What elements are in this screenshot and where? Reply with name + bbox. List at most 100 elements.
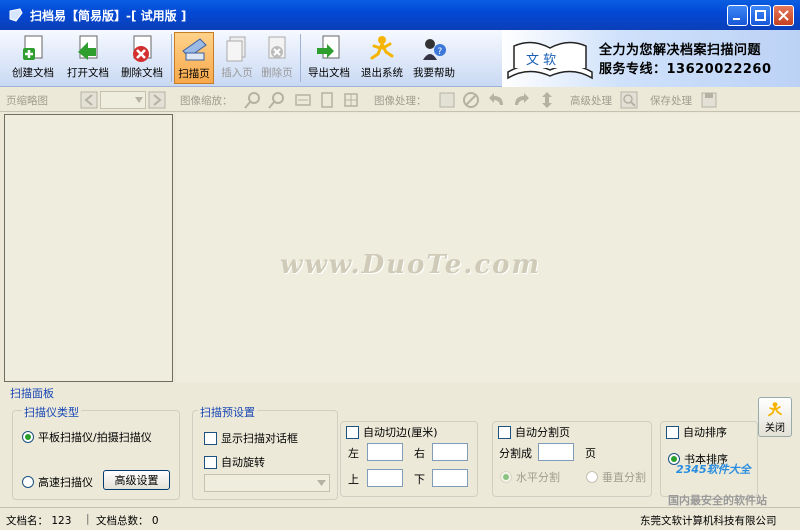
chevron-down-icon: [317, 480, 326, 486]
save-icon[interactable]: [700, 91, 718, 109]
close-icon: [778, 10, 789, 21]
doc-total-status: 文档总数： 0: [96, 515, 159, 527]
radio-vertical-dot: [586, 471, 598, 483]
minimize-button[interactable]: [727, 5, 748, 26]
scan-panel-title: 扫描面板: [10, 387, 54, 400]
company-status: 东莞文软计算机科技有限公司: [640, 515, 777, 527]
auto-rotate-box: [204, 455, 217, 469]
new-doc-icon: [23, 35, 43, 60]
exit-system-label: 退出系统: [361, 67, 403, 79]
zoom-in-icon[interactable]: [244, 91, 262, 109]
help-button[interactable]: ? 我要帮助: [409, 32, 459, 84]
auto-sort-checkbox[interactable]: 自动排序: [666, 424, 729, 440]
auto-cut-checkbox[interactable]: 自动切边(厘米): [346, 424, 440, 440]
advanced-settings-button[interactable]: 高级设置: [103, 470, 170, 490]
scan-page-label: 扫描页: [178, 68, 210, 80]
logo-text: 文 软: [526, 53, 556, 68]
thumb-toolbar-label: 页缩略图: [6, 95, 48, 107]
scanner-type-title: 扫描仪类型: [22, 404, 81, 420]
status-divider: |: [86, 513, 90, 525]
open-doc-icon: [78, 35, 98, 60]
banner-slogan: 全力为您解决档案扫描问题: [599, 43, 762, 58]
show-dialog-box: [204, 431, 217, 445]
radio-flatbed-dot: [22, 431, 34, 443]
open-doc-button[interactable]: 打开文档: [63, 32, 113, 84]
auto-split-box: [498, 425, 511, 439]
fit-width-icon[interactable]: [294, 91, 312, 109]
help-icon: ?: [423, 39, 446, 60]
fit-height-icon[interactable]: [318, 91, 336, 109]
cut-bottom-input[interactable]: [432, 469, 468, 487]
auto-cut-box: [346, 425, 359, 439]
app-icon: [9, 8, 23, 22]
close-panel-button[interactable]: 关闭: [758, 397, 792, 437]
flip-icon[interactable]: [538, 91, 556, 109]
maximize-button[interactable]: [750, 5, 771, 26]
cut-right-input[interactable]: [432, 443, 468, 461]
open-book-logo: 文 软: [507, 41, 593, 80]
split-count-input[interactable]: [538, 443, 574, 461]
delete-doc-icon: [133, 35, 152, 62]
rotate-select[interactable]: [204, 474, 330, 492]
radio-fast-scanner[interactable]: 高速扫描仪: [22, 474, 93, 490]
cut-top-input[interactable]: [367, 469, 403, 487]
svg-text:?: ?: [438, 47, 443, 57]
show-dialog-checkbox[interactable]: 显示扫描对话框: [204, 430, 298, 446]
rotate-left-icon[interactable]: [488, 91, 506, 109]
radio-horizontal-label: 水平分割: [516, 471, 560, 484]
export-doc-button[interactable]: 导出文档: [304, 32, 354, 84]
help-label: 我要帮助: [413, 67, 455, 79]
cut-bottom-label: 下: [414, 473, 425, 486]
radio-flatbed[interactable]: 平板扫描仪/拍摄扫描仪: [22, 429, 152, 445]
radio-fast-label: 高速扫描仪: [38, 476, 93, 489]
zoom-out-icon[interactable]: [268, 91, 286, 109]
next-page-icon[interactable]: [148, 91, 166, 109]
thumbnail-pane[interactable]: [4, 114, 173, 382]
maximize-icon: [755, 10, 766, 21]
close-window-button[interactable]: [773, 5, 794, 26]
preset-title: 扫描预设置: [198, 404, 257, 420]
watermark-text: www.DuoTe.com: [280, 250, 542, 280]
radio-horizontal-split[interactable]: 水平分割: [500, 469, 560, 485]
image-icon[interactable]: [438, 91, 456, 109]
exit-icon: [768, 401, 782, 416]
auto-split-checkbox[interactable]: 自动分割页: [498, 424, 572, 440]
insert-page-button[interactable]: 插入页: [217, 32, 257, 84]
insert-page-icon: [226, 36, 246, 62]
radio-flatbed-label: 平板扫描仪/拍摄扫描仪: [38, 431, 152, 444]
cut-left-input[interactable]: [367, 443, 403, 461]
create-doc-button[interactable]: 创建文档: [8, 32, 58, 84]
radio-horizontal-dot: [500, 471, 512, 483]
image-canvas[interactable]: [176, 114, 800, 382]
chevron-down-icon: [135, 97, 143, 103]
page-select[interactable]: [100, 91, 146, 109]
doc-name-status: 文档名： 123: [6, 515, 72, 527]
auto-cut-label: 自动切边(厘米): [363, 426, 438, 439]
minimize-icon: [733, 18, 740, 20]
auto-rotate-checkbox[interactable]: 自动旋转: [204, 454, 265, 470]
radio-vertical-split[interactable]: 垂直分割: [586, 469, 646, 485]
deskew-icon[interactable]: [462, 91, 480, 109]
prev-page-icon[interactable]: [80, 91, 98, 109]
delete-page-button[interactable]: 删除页: [257, 32, 297, 84]
zoom-label: 图像缩放：: [180, 95, 233, 107]
radio-vertical-label: 垂直分割: [602, 471, 646, 484]
scan-panel: 扫描面板 扫描仪类型 平板扫描仪/拍摄扫描仪 高速扫描仪 高级设置 扫描预设置 …: [0, 383, 800, 507]
create-doc-label: 创建文档: [12, 67, 54, 79]
close-panel-label: 关闭: [765, 422, 785, 434]
cut-left-label: 左: [348, 447, 359, 460]
actual-size-icon[interactable]: [342, 91, 360, 109]
scan-page-button[interactable]: 扫描页: [174, 32, 214, 84]
process-label: 图像处理：: [374, 95, 427, 107]
exit-system-button[interactable]: 退出系统: [357, 32, 407, 84]
export-doc-label: 导出文档: [308, 67, 350, 79]
export-doc-icon: [317, 35, 340, 59]
status-bar: 文档名： 123 | 文档总数： 0 东莞文软计算机科技有限公司: [0, 507, 800, 530]
insert-page-label: 插入页: [221, 67, 253, 79]
delete-doc-button[interactable]: 删除文档: [116, 32, 168, 84]
rotate-right-icon[interactable]: [512, 91, 530, 109]
advanced-search-icon[interactable]: [620, 91, 638, 109]
auto-rotate-label: 自动旋转: [221, 456, 265, 469]
image-toolbar: 页缩略图 图像缩放： 图像处理： 高级处理 保存处理: [0, 88, 800, 112]
advanced-process-label: 高级处理: [570, 95, 612, 107]
